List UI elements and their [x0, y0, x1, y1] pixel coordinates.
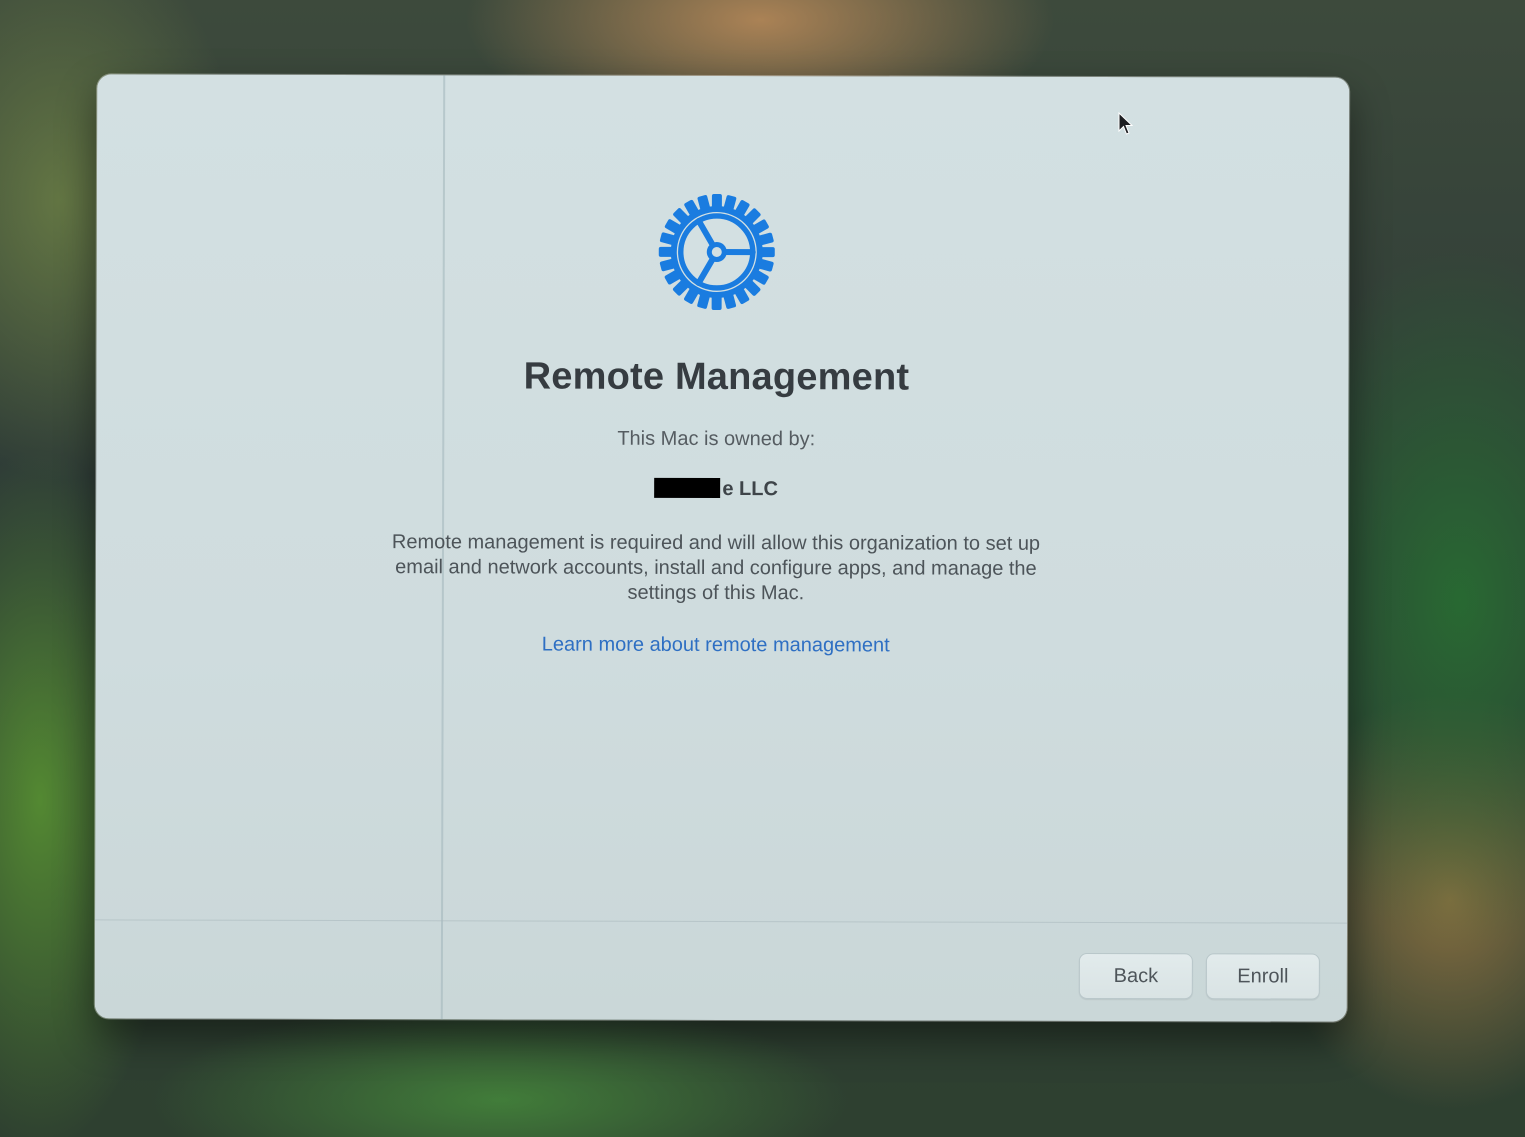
owner-name-text: e LLC — [722, 478, 778, 501]
learn-more-link[interactable]: Learn more about remote management — [466, 633, 966, 657]
setup-assistant-window: Remote Management This Mac is owned by: … — [94, 74, 1350, 1022]
footer-divider — [95, 919, 1348, 924]
owned-by-label: This Mac is owned by: — [617, 427, 816, 451]
enroll-button[interactable]: Enroll — [1205, 953, 1320, 1000]
description-text: Remote management is required and will a… — [391, 531, 1041, 605]
mouse-pointer-icon — [1118, 111, 1134, 136]
page-title: Remote Management — [523, 355, 910, 399]
gear-icon — [657, 192, 777, 312]
back-button[interactable]: Back — [1078, 952, 1193, 1000]
redaction-bar — [654, 477, 721, 498]
owner-name: e LLC — [466, 477, 966, 501]
main-content: Remote Management This Mac is owned by: … — [97, 74, 1349, 656]
